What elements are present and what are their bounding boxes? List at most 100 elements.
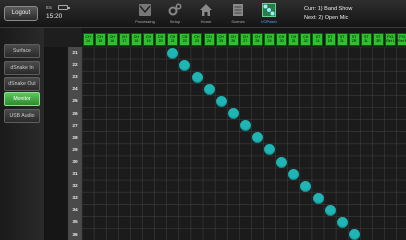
patch-connection-dot[interactable] — [167, 47, 179, 59]
patch-connection-dot[interactable] — [312, 192, 324, 204]
column-header-number: 25 — [219, 39, 224, 44]
patch-connection-dot[interactable] — [276, 156, 288, 168]
column-header[interactable]: CH 28 — [251, 33, 263, 46]
next-scene: Next: 2) Open Mic — [304, 15, 349, 21]
patch-connection-dot[interactable] — [348, 229, 360, 240]
patch-connection-dot[interactable] — [191, 71, 203, 83]
column-header[interactable]: CH 29 — [264, 33, 275, 46]
patch-connection-dot[interactable] — [203, 83, 215, 95]
column-header[interactable]: ST 2R — [348, 33, 360, 46]
patch-connection-dot[interactable] — [324, 204, 336, 216]
column-header-number: 31 — [291, 39, 296, 44]
patch-grid-icon — [262, 3, 276, 17]
grid-lines — [81, 46, 406, 240]
sidebar-item-usb-audio[interactable]: USB Audio — [4, 109, 40, 123]
column-header[interactable]: CH 21 — [167, 33, 179, 46]
sidebar-item-surface[interactable]: Surface — [4, 44, 40, 58]
column-header-number: 29 — [267, 39, 272, 44]
row-header: 21 — [72, 51, 78, 56]
clock: 15:20 — [46, 13, 63, 20]
sidebar: Surface dSnake In dSnake Out Monitor USB… — [0, 28, 44, 240]
nav-home-label: Home — [200, 19, 212, 24]
sidebar-item-dsnake-out[interactable]: dSnake Out — [4, 77, 40, 91]
sidebar-item-monitor[interactable]: Monitor — [4, 92, 40, 106]
column-header[interactable]: CH 14 — [82, 33, 94, 46]
column-header-number: 22 — [182, 39, 187, 44]
nav-scenes[interactable]: Scenes — [225, 3, 251, 27]
column-header[interactable]: CH 31 — [288, 33, 300, 46]
column-header-number: 27 — [243, 39, 248, 44]
column-header-number: 20 — [158, 39, 163, 44]
gear-icon — [168, 3, 182, 16]
column-header-number: 32 — [303, 39, 308, 44]
column-header-number: 18 — [134, 39, 139, 44]
patch-connection-dot[interactable] — [215, 96, 227, 107]
column-header-number: 19 — [146, 39, 151, 44]
column-header-number: 17 — [122, 39, 127, 44]
column-header-number: Ret R — [398, 39, 406, 44]
column-header-number: 23 — [194, 39, 199, 44]
nav-home[interactable]: Home — [193, 3, 219, 27]
patch-connection-dot[interactable] — [336, 217, 348, 228]
column-header-number: 2L — [340, 39, 345, 44]
column-header[interactable]: FX1Ret R — [397, 33, 406, 46]
column-header-number: 15 — [98, 39, 103, 44]
column-header[interactable]: CH 30 — [276, 33, 288, 46]
nav-processing-label: Processing — [135, 19, 155, 24]
row-header: 34 — [72, 208, 78, 214]
column-header-number: 16 — [110, 39, 115, 44]
nav-scenes-label: Scenes — [231, 19, 245, 24]
column-header[interactable]: CH 32 — [300, 33, 312, 46]
column-header[interactable]: CH 17 — [118, 33, 130, 46]
column-header[interactable]: CH 15 — [94, 33, 106, 46]
column-header[interactable]: CH 16 — [106, 33, 118, 46]
column-header[interactable]: ST 3L — [360, 33, 372, 46]
nav-setup[interactable]: Setup — [162, 3, 188, 27]
row-header: 23 — [72, 75, 78, 81]
column-header[interactable]: CH 19 — [143, 33, 154, 46]
column-header-number: 30 — [279, 39, 284, 44]
column-header-number: 3L — [364, 39, 369, 44]
column-header-number: 28 — [255, 39, 260, 44]
patch-connection-dot[interactable] — [288, 168, 300, 180]
nav-io-patch[interactable]: I/OPatch — [256, 3, 282, 27]
home-icon — [200, 4, 212, 16]
column-header[interactable]: CH 26 — [227, 33, 239, 46]
patch-connection-dot[interactable] — [227, 108, 239, 120]
nav-setup-label: Setup — [169, 19, 181, 24]
row-header: 29 — [72, 147, 78, 153]
column-header-number: 26 — [231, 39, 236, 44]
column-header[interactable]: FX1 Ret L — [385, 33, 396, 46]
column-header-number: 3R — [376, 39, 381, 44]
column-header[interactable]: CH 24 — [203, 33, 215, 46]
nav-processing[interactable]: Processing — [132, 3, 158, 27]
column-header[interactable]: CH 25 — [215, 33, 227, 46]
scene-info: Curr: 1) Band Show Next: 2) Open Mic — [304, 5, 352, 23]
patch-connection-dot[interactable] — [239, 120, 251, 132]
column-header[interactable]: CH 27 — [239, 33, 251, 46]
sidebar-item-dsnake-in[interactable]: dSnake In — [4, 61, 40, 75]
column-header[interactable]: ST 1R — [324, 33, 336, 46]
row-header: 27 — [72, 123, 78, 129]
column-header[interactable]: ST 1L — [312, 33, 324, 46]
logout-button[interactable]: Logout — [4, 6, 38, 21]
column-header[interactable]: CH 22 — [179, 33, 191, 46]
current-scene: Curr: 1) Band Show — [304, 6, 353, 12]
row-header: 22 — [72, 63, 78, 69]
column-header[interactable]: ST 2L — [336, 33, 348, 46]
column-header-number: Ret L — [386, 39, 395, 44]
column-header[interactable]: CH 18 — [130, 33, 142, 46]
row-header: 31 — [72, 172, 78, 177]
column-header[interactable]: CH 23 — [191, 33, 203, 46]
column-header-number: 21 — [170, 39, 175, 44]
top-bar: Logout ttts 15:20 Processing Setup Home … — [0, 0, 406, 28]
column-header-number: 1L — [315, 39, 320, 44]
row-header: 35 — [72, 220, 78, 226]
row-header: 32 — [72, 184, 78, 190]
column-header[interactable]: ST 3R — [372, 33, 384, 46]
row-header: 33 — [72, 196, 78, 202]
patch-grid: CH 14 CH 15 CH 16 CH 17 CH 18 CH 19 CH 20 CH 21 CH 22 CH 23… — [44, 28, 406, 240]
column-header-number: 1R — [327, 39, 333, 44]
row-header: 36 — [72, 232, 78, 238]
column-header[interactable]: CH 20 — [155, 33, 167, 46]
